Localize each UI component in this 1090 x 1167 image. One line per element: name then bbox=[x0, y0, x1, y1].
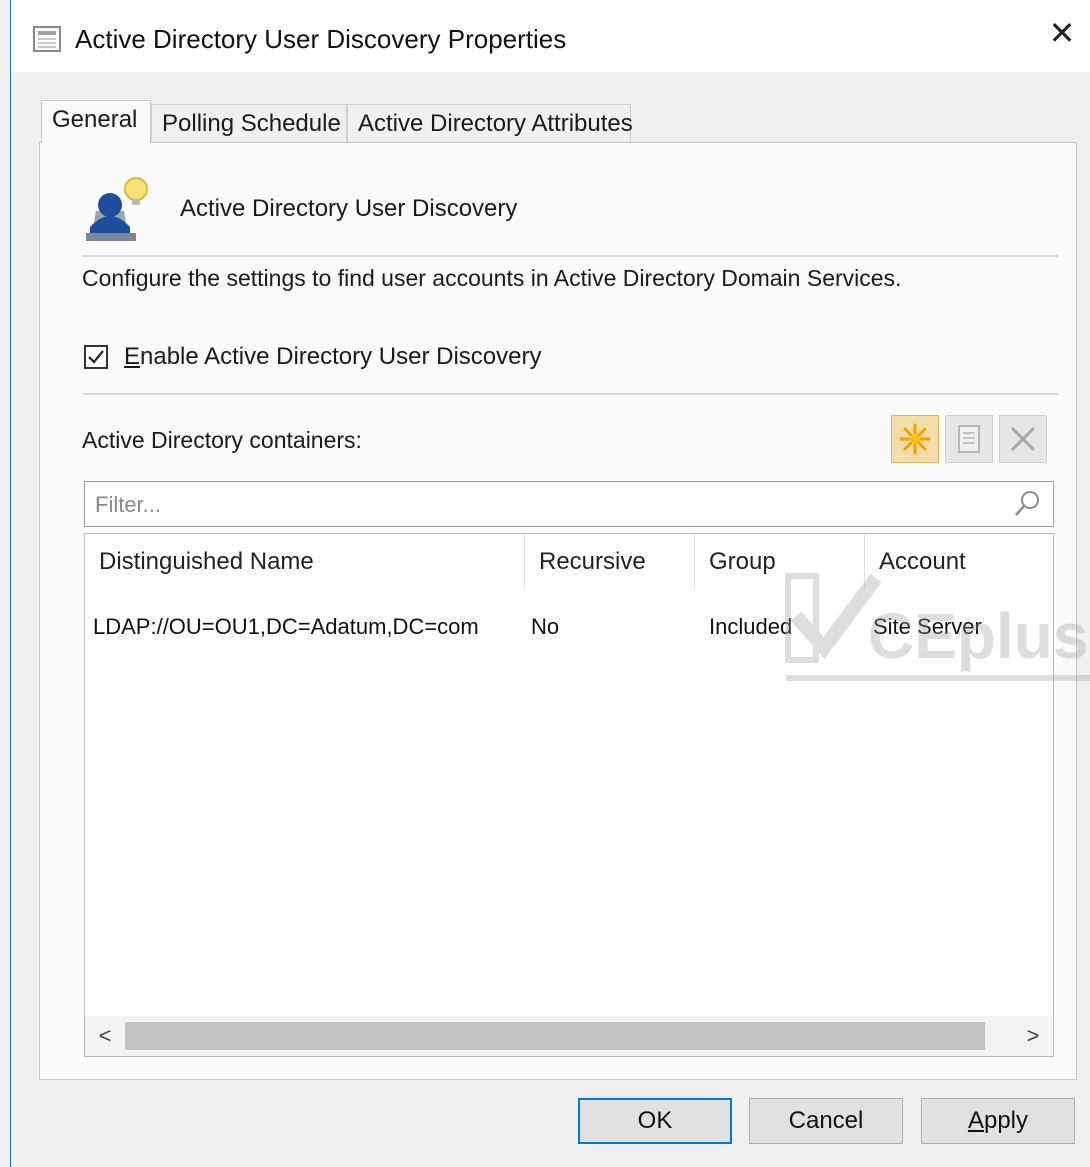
containers-list: Distinguished Name Recursive Group Accou… bbox=[84, 533, 1054, 1057]
cell-account: Site Server bbox=[873, 614, 982, 639]
new-star-icon bbox=[899, 423, 931, 455]
horizontal-scrollbar[interactable]: < > bbox=[85, 1016, 1053, 1056]
delete-x-icon bbox=[1010, 426, 1036, 452]
scroll-left-button[interactable]: < bbox=[85, 1016, 125, 1056]
column-header-account[interactable]: Account bbox=[865, 534, 1053, 590]
filter-box bbox=[84, 481, 1054, 528]
filter-input[interactable] bbox=[93, 482, 997, 528]
description-text: Configure the settings to find user acco… bbox=[82, 265, 902, 291]
tab-active-directory-attributes[interactable]: Active Directory Attributes bbox=[347, 104, 633, 142]
edit-container-button[interactable] bbox=[945, 415, 993, 463]
properties-window-icon bbox=[33, 26, 61, 52]
enable-access-key: E bbox=[124, 343, 141, 370]
cancel-button[interactable]: Cancel bbox=[749, 1098, 903, 1144]
close-button[interactable]: ✕ bbox=[1034, 10, 1090, 56]
scroll-thumb[interactable] bbox=[125, 1022, 985, 1050]
scroll-right-button[interactable]: > bbox=[1013, 1016, 1053, 1056]
search-icon[interactable] bbox=[1011, 488, 1043, 520]
cell-group: Included bbox=[709, 614, 793, 639]
ok-button[interactable]: OK bbox=[578, 1098, 732, 1144]
delete-container-button[interactable] bbox=[999, 415, 1047, 463]
containers-label: Active Directory containers: bbox=[82, 427, 362, 453]
apply-button[interactable]: Apply bbox=[921, 1098, 1075, 1144]
tab-general[interactable]: General bbox=[41, 100, 151, 143]
column-header-group[interactable]: Group bbox=[695, 534, 865, 590]
edit-document-icon bbox=[958, 425, 980, 453]
tab-polling-schedule[interactable]: Polling Schedule bbox=[151, 104, 347, 142]
apply-label-rest: pply bbox=[983, 1107, 1029, 1134]
properties-window: Active Directory User Discovery Properti… bbox=[10, 0, 1090, 1167]
new-container-button[interactable] bbox=[891, 415, 939, 463]
enable-discovery-checkbox[interactable] bbox=[84, 345, 108, 369]
title-bar: Active Directory User Discovery Properti… bbox=[11, 0, 1090, 72]
user-discovery-icon bbox=[86, 177, 148, 241]
column-header-distinguished-name[interactable]: Distinguished Name bbox=[85, 534, 525, 590]
window-title: Active Directory User Discovery Properti… bbox=[75, 24, 567, 54]
enable-discovery-label[interactable]: Enable Active Directory User Discovery bbox=[124, 343, 541, 371]
checkmark-icon bbox=[88, 350, 104, 364]
header-label: Active Directory User Discovery bbox=[180, 195, 518, 222]
enable-label-rest: nable Active Directory User Discovery bbox=[140, 343, 542, 370]
apply-access-key: A bbox=[967, 1107, 984, 1134]
general-tab-panel: Active Directory User Discovery Configur… bbox=[39, 142, 1077, 1080]
column-header-recursive[interactable]: Recursive bbox=[525, 534, 695, 590]
cell-distinguished-name: LDAP://OU=OU1,DC=Adatum,DC=com bbox=[93, 614, 479, 639]
header-divider bbox=[82, 255, 1058, 257]
cell-recursive: No bbox=[531, 614, 560, 639]
section-divider bbox=[82, 393, 1058, 395]
